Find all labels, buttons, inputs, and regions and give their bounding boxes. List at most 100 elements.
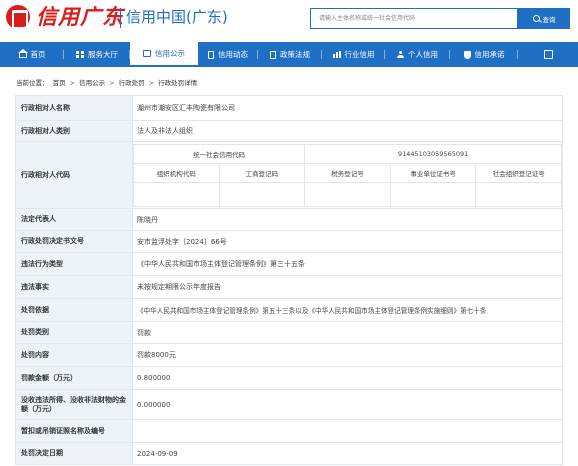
uscc-row: 统一社会信用代码 91445103059565091 <box>133 143 562 164</box>
tax-reg-value <box>304 181 391 207</box>
breadcrumb-separator: > <box>148 79 155 87</box>
grid-icon <box>76 51 84 58</box>
search-input[interactable] <box>311 9 517 28</box>
nav-policies[interactable]: 政策法规 <box>258 42 322 67</box>
home-icon <box>17 49 28 58</box>
breadcrumb-current: 行政处罚详情 <box>158 79 198 87</box>
table-row: 暂扣或吊销证照名称及编号 <box>15 419 563 443</box>
violation-type-value: 《中华人民共和国市场主体登记管理条例》第三十五条 <box>132 252 563 276</box>
org-code-value <box>133 181 220 207</box>
party-name-value: 潮州市潮安区汇丰陶瓷有限公司 <box>132 95 563 121</box>
penalty-detail-table: 行政相对人名称 潮州市潮安区汇丰陶瓷有限公司 行政相对人类别 法人及非法人组织 … <box>15 95 563 465</box>
business-reg-value <box>218 181 306 207</box>
legal-rep-value: 陈晓丹 <box>132 208 563 231</box>
decision-no-label: 行政处罚决定书文号 <box>15 230 133 253</box>
table-row: 违法行为类型 《中华人民共和国市场主体登记管理条例》第三十五条 <box>15 252 563 276</box>
table-row: 处罚依据 《中华人民共和国市场主体登记管理条例》第五十三条以及《中华人民共和国市… <box>15 298 563 322</box>
category-value: 罚款 <box>132 321 563 344</box>
table-row: 处罚类别 罚款 <box>15 321 563 344</box>
violation-type-label: 违法行为类型 <box>15 252 133 276</box>
category-label: 处罚类别 <box>15 321 133 344</box>
news-icon <box>208 50 214 59</box>
confiscated-label: 没收违法所得、没收非法财物的金额（万元） <box>15 389 133 420</box>
nav-label: 政策法规 <box>280 50 310 59</box>
site-header: 信用广东 信用中国(广东) 查询 <box>0 0 578 42</box>
nav-home[interactable]: 首页 <box>0 42 64 67</box>
site-title[interactable]: 信用中国(广东) <box>126 7 228 27</box>
table-row: 行政相对人名称 潮州市潮安区汇丰陶瓷有限公司 <box>15 95 563 121</box>
date-value: 2024-09-09 <box>132 442 563 465</box>
nav-label: 信用公示 <box>155 49 185 58</box>
table-row: 违法事实 未按规定期限公示年度报告 <box>15 275 563 299</box>
social-org-header: 社会组织登记证号 <box>475 162 562 183</box>
table-row: 行政处罚决定书文号 安市监浮处字〔2024〕66号 <box>15 230 563 253</box>
notice-box-icon <box>143 50 151 57</box>
party-type-value: 法人及非法人组织 <box>132 120 563 142</box>
breadcrumb-credit-publicity[interactable]: 信用公示 <box>79 79 105 87</box>
code-header-row: 组织机构代码 工商登记码 税务登记号 事业单位证书号 社会组织登记证号 <box>133 162 562 183</box>
business-reg-header: 工商登记码 <box>218 162 306 183</box>
breadcrumb: 当前位置： 首页 > 信用公示 > 行政处罚 > 行政处罚详情 <box>16 77 199 87</box>
search-button-label: 查询 <box>542 15 556 24</box>
table-row: 罚款金额（万元） 0.800000 <box>15 366 563 390</box>
breadcrumb-prefix: 当前位置： <box>16 79 49 87</box>
nav-label: 首页 <box>30 50 46 59</box>
table-row: 行政相对人类别 法人及非法人组织 <box>15 120 563 142</box>
basis-value: 《中华人民共和国市场主体登记管理条例》第五十三条以及《中华人民共和国市场主体登记… <box>132 298 563 322</box>
credit-emblem-icon[interactable] <box>6 5 30 29</box>
breadcrumb-separator: > <box>109 79 115 87</box>
nav-credit-commitment[interactable]: 信用承诺 <box>450 42 518 67</box>
date-label: 处罚决定日期 <box>15 442 133 465</box>
nav-label: 服务大厅 <box>88 50 118 59</box>
shield-icon <box>463 50 471 59</box>
nav-credit-publicity[interactable]: 信用公示 <box>130 42 198 67</box>
code-value-row <box>133 181 562 207</box>
nav-industry-credit[interactable]: 行业信用 <box>322 42 385 67</box>
logo-script-text[interactable]: 信用广东 <box>36 5 124 29</box>
nav-label: 个人信用 <box>408 50 438 59</box>
nav-service-hall[interactable]: 服务大厅 <box>64 42 130 67</box>
table-row: 没收违法所得、没收非法财物的金额（万元） 0.000000 <box>15 389 563 420</box>
fine-label: 罚款金额（万元） <box>15 366 133 390</box>
tax-reg-header: 税务登记号 <box>304 162 391 183</box>
expand-icon <box>543 50 553 59</box>
nav-expand[interactable] <box>518 42 578 67</box>
breadcrumb-penalty[interactable]: 行政处罚 <box>119 79 145 87</box>
confiscated-value: 0.000000 <box>132 389 563 420</box>
party-code-label: 行政相对人代码 <box>15 141 133 209</box>
nav-credit-news[interactable]: 信用动态 <box>198 42 258 67</box>
org-code-header: 组织机构代码 <box>133 162 220 183</box>
basis-label: 处罚依据 <box>15 298 133 322</box>
document-icon <box>270 50 276 59</box>
content-label: 处罚内容 <box>15 343 133 367</box>
breadcrumb-home[interactable]: 首页 <box>53 79 66 87</box>
facts-value: 未按规定期限公示年度报告 <box>132 275 563 299</box>
table-row: 行政相对人代码 统一社会信用代码 91445103059565091 组织机构代… <box>15 141 563 209</box>
uscc-value: 91445103059565091 <box>304 143 562 164</box>
nav-label: 信用承诺 <box>474 50 505 59</box>
license-label: 暂扣或吊销证照名称及编号 <box>15 419 133 443</box>
table-row: 处罚内容 罚款8000元 <box>15 343 563 367</box>
table-row: 处罚决定日期 2024-09-09 <box>15 442 563 465</box>
party-code-subtable: 统一社会信用代码 91445103059565091 组织机构代码 工商登记码 … <box>133 143 562 207</box>
search-icon <box>532 15 540 22</box>
party-type-label: 行政相对人类别 <box>15 120 133 142</box>
decision-no-value: 安市监浮处字〔2024〕66号 <box>132 230 563 253</box>
search-box <box>310 8 518 29</box>
legal-rep-label: 法定代表人 <box>15 208 133 231</box>
breadcrumb-separator: > <box>69 79 76 87</box>
nav-personal-credit[interactable]: 个人信用 <box>385 42 450 67</box>
party-name-label: 行政相对人名称 <box>15 95 133 121</box>
party-code-cell: 统一社会信用代码 91445103059565091 组织机构代码 工商登记码 … <box>132 141 563 209</box>
institution-cert-value <box>389 181 477 207</box>
content-value: 罚款8000元 <box>132 343 563 367</box>
search-button[interactable]: 查询 <box>518 8 570 29</box>
uscc-label: 统一社会信用代码 <box>133 143 306 164</box>
table-row: 法定代表人 陈晓丹 <box>15 208 563 231</box>
bar-chart-icon <box>332 51 341 58</box>
institution-cert-header: 事业单位证书号 <box>389 162 477 183</box>
logo-divider <box>120 8 121 28</box>
nav-label: 信用动态 <box>218 50 248 59</box>
license-value <box>132 419 563 443</box>
user-icon <box>397 51 404 58</box>
